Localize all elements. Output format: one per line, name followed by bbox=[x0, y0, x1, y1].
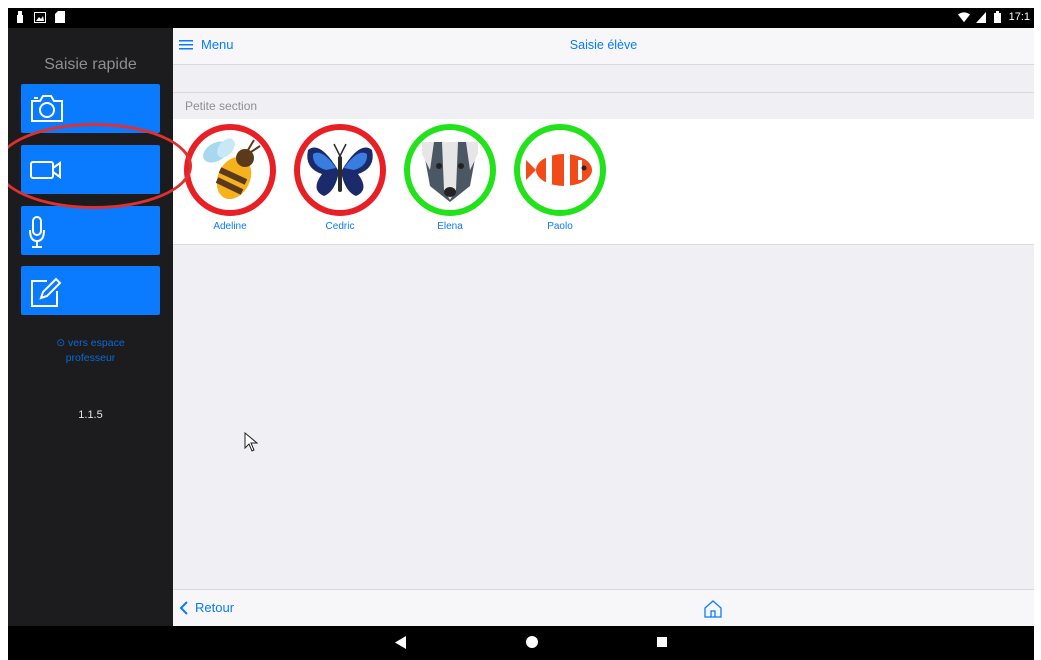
student-name: Paolo bbox=[547, 221, 573, 232]
student-avatar bbox=[404, 124, 496, 216]
image-icon bbox=[34, 11, 46, 23]
student-name: Elena bbox=[437, 221, 463, 232]
nav-home-icon[interactable] bbox=[526, 636, 538, 648]
back-button[interactable]: Retour bbox=[179, 600, 234, 615]
signal-icon bbox=[975, 11, 987, 23]
nav-recent-apps-icon[interactable] bbox=[657, 637, 667, 647]
android-navigation-bar bbox=[8, 626, 1034, 660]
video-button[interactable] bbox=[21, 145, 160, 194]
student-name: Adeline bbox=[213, 221, 247, 232]
main-content: Menu Saisie élève Petite section Adeline… bbox=[173, 28, 1034, 626]
mouse-cursor-icon bbox=[244, 432, 258, 452]
video-icon bbox=[30, 161, 61, 179]
top-navbar: Menu Saisie élève bbox=[173, 28, 1034, 65]
edit-note-icon bbox=[31, 277, 62, 307]
student-avatar bbox=[184, 124, 276, 216]
badger-icon bbox=[422, 142, 478, 202]
clownfish-icon bbox=[526, 154, 592, 186]
sd-card-icon bbox=[54, 11, 66, 23]
student-card[interactable]: Paolo bbox=[511, 124, 609, 236]
microphone-button[interactable] bbox=[21, 206, 160, 255]
student-list: Adeline Cedric Elena Paolo bbox=[173, 119, 1034, 245]
camera-button[interactable] bbox=[21, 84, 160, 133]
student-card[interactable]: Adeline bbox=[181, 124, 279, 236]
camera-icon bbox=[31, 95, 63, 122]
student-card[interactable]: Elena bbox=[401, 124, 499, 236]
status-bar: 17:1 bbox=[8, 8, 1034, 28]
butterfly-icon bbox=[307, 143, 373, 196]
home-button[interactable] bbox=[702, 598, 724, 620]
bee-icon bbox=[203, 138, 261, 200]
chevron-left-icon bbox=[179, 600, 188, 615]
student-name: Cedric bbox=[325, 221, 355, 232]
page-title: Saisie élève bbox=[569, 38, 638, 52]
wifi-icon bbox=[957, 11, 970, 23]
student-avatar bbox=[514, 124, 606, 216]
home-icon bbox=[704, 600, 722, 618]
quick-entry-sidebar: Saisie rapide ⊙ vers espace professeur 1… bbox=[8, 28, 173, 626]
notification-icon bbox=[14, 11, 26, 23]
student-card[interactable]: Cedric bbox=[291, 124, 389, 236]
section-header: Petite section bbox=[173, 92, 1034, 119]
student-avatar bbox=[294, 124, 386, 216]
status-time: 17:1 bbox=[1008, 11, 1030, 23]
teacher-space-link[interactable]: ⊙ vers espace professeur bbox=[8, 336, 173, 366]
bottom-toolbar: Retour bbox=[173, 589, 1034, 626]
app-version: 1.1.5 bbox=[78, 409, 103, 421]
sidebar-title: Saisie rapide bbox=[44, 56, 137, 73]
battery-icon bbox=[992, 11, 1004, 23]
nav-back-icon[interactable] bbox=[395, 636, 407, 649]
back-label: Retour bbox=[195, 600, 235, 615]
microphone-icon bbox=[29, 216, 45, 248]
note-button[interactable] bbox=[21, 266, 160, 315]
section-title: Petite section bbox=[185, 99, 258, 113]
tablet-screen: 17:1 Saisie rapide ⊙ vers espace profess… bbox=[8, 8, 1034, 660]
